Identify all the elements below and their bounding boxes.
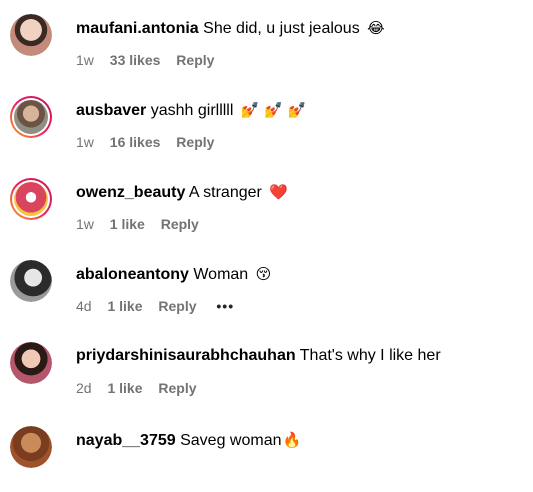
comment-item: ausbaver yashh girlllll 💅 💅 💅 1w 16 like… <box>0 82 533 164</box>
laughing-emoji-icon: 😂 <box>367 19 385 37</box>
comment-text: She did, u just jealous <box>203 20 360 37</box>
avatar[interactable] <box>10 260 52 302</box>
comment-item: abaloneantony Woman 😚 4d 1 like Reply ••… <box>0 246 533 328</box>
comment-username[interactable]: priydarshinisaurabhchauhan <box>76 347 296 364</box>
comment-likes[interactable]: 1 like <box>107 380 142 396</box>
avatar-image <box>14 182 48 216</box>
comment-text: yashh girlllll <box>150 102 234 119</box>
comment-meta: 4d 1 like Reply ••• <box>76 297 246 315</box>
comment-line: ausbaver yashh girlllll 💅 💅 💅 <box>76 100 306 121</box>
comment-likes[interactable]: 33 likes <box>110 52 161 68</box>
reply-button[interactable]: Reply <box>158 380 196 396</box>
comment-likes[interactable]: 1 like <box>107 298 142 314</box>
avatar-image <box>10 14 52 56</box>
comment-meta: 2d 1 like Reply <box>76 379 209 397</box>
avatar-image <box>14 100 48 134</box>
comment-text: Woman <box>193 266 249 283</box>
reply-button[interactable]: Reply <box>176 52 214 68</box>
comment-meta: 1w 1 like Reply <box>76 215 211 233</box>
avatar[interactable] <box>10 14 52 56</box>
comment-time: 1w <box>76 216 94 232</box>
comment-time: 2d <box>76 380 92 396</box>
comment-meta: 1w 33 likes Reply <box>76 51 226 69</box>
comment-line: nayab__3759 Saveg woman🔥 <box>76 430 301 451</box>
avatar-image <box>10 426 52 468</box>
comment-time: 1w <box>76 52 94 68</box>
avatar[interactable] <box>10 426 52 468</box>
comment-item: maufani.antonia She did, u just jealous … <box>0 0 533 82</box>
reply-button[interactable]: Reply <box>161 216 199 232</box>
comment-text: That's why I like her <box>299 347 441 364</box>
kissing-emoji-icon: 😚 <box>255 265 272 283</box>
avatar-image <box>10 342 52 384</box>
reply-button[interactable]: Reply <box>176 134 214 150</box>
comment-item: owenz_beauty A stranger ❤️ 1w 1 like Rep… <box>0 164 533 246</box>
more-options-icon[interactable]: ••• <box>216 297 234 315</box>
heart-emoji-icon: ❤️ <box>269 183 288 201</box>
comment-time: 4d <box>76 298 92 314</box>
comment-username[interactable]: nayab__3759 <box>76 432 176 449</box>
comment-line: priydarshinisaurabhchauhan That's why I … <box>76 346 441 366</box>
comment-text: Saveg woman <box>180 432 282 449</box>
nail-polish-emoji-icon: 💅 💅 💅 <box>240 101 307 119</box>
avatar[interactable] <box>10 96 52 138</box>
comment-meta: 1w 16 likes Reply <box>76 133 226 151</box>
comment-username[interactable]: maufani.antonia <box>76 20 199 37</box>
comment-username[interactable]: abaloneantony <box>76 266 189 283</box>
comment-item: nayab__3759 Saveg woman🔥 <box>0 410 533 492</box>
comment-item: priydarshinisaurabhchauhan That's why I … <box>0 328 533 410</box>
comment-likes[interactable]: 16 likes <box>110 134 161 150</box>
comment-username[interactable]: owenz_beauty <box>76 184 185 201</box>
fire-emoji-icon: 🔥 <box>282 431 302 449</box>
comment-line: maufani.antonia She did, u just jealous … <box>76 18 385 39</box>
comment-time: 1w <box>76 134 94 150</box>
comment-line: owenz_beauty A stranger ❤️ <box>76 182 288 203</box>
reply-button[interactable]: Reply <box>158 298 196 314</box>
comment-text: A stranger <box>188 184 262 201</box>
avatar[interactable] <box>10 178 52 220</box>
avatar[interactable] <box>10 342 52 384</box>
comment-likes[interactable]: 1 like <box>110 216 145 232</box>
comment-line: abaloneantony Woman 😚 <box>76 264 271 285</box>
avatar-image <box>10 260 52 302</box>
comment-username[interactable]: ausbaver <box>76 102 146 119</box>
